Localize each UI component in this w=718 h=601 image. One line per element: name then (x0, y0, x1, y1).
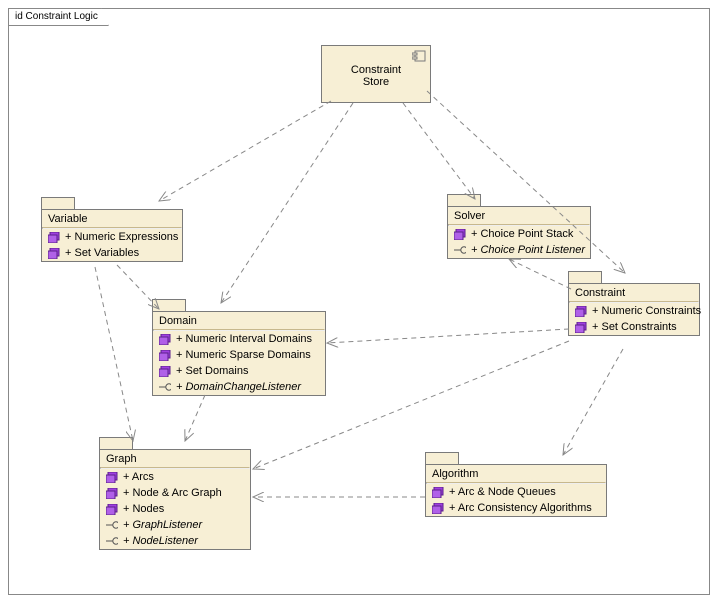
package-item-label: + Numeric Expressions (65, 231, 178, 243)
package-item-label: + DomainChangeListener (176, 381, 301, 393)
interface-icon (106, 520, 118, 530)
module-icon (106, 488, 118, 498)
package-item: + Nodes (100, 501, 250, 517)
package-item: + Set Domains (153, 363, 325, 379)
package-item-label: + Arc & Node Queues (449, 486, 556, 498)
package-item: + Set Variables (42, 245, 182, 261)
package-item: + Arcs (100, 469, 250, 485)
package-item-label: + Nodes (123, 503, 164, 515)
package-item: + NodeListener (100, 533, 250, 549)
package-item-label: + Numeric Interval Domains (176, 333, 312, 345)
package-item-label: + NodeListener (123, 535, 198, 547)
package-title: Variable (42, 210, 182, 227)
package-item: + Choice Point Stack (448, 226, 590, 242)
package-item-label: + Set Domains (176, 365, 248, 377)
package-item-label: + Numeric Constraints (592, 305, 701, 317)
interface-icon (106, 536, 118, 546)
package-item-label: + Choice Point Listener (471, 244, 585, 256)
module-icon (432, 503, 444, 513)
module-icon (159, 334, 171, 344)
module-icon (454, 229, 466, 239)
interface-icon (454, 245, 466, 255)
package-body: Solver + Choice Point Stack + Choice Poin… (447, 206, 591, 259)
package-item: + Arc Consistency Algorithms (426, 500, 606, 516)
package-item-label: + Node & Arc Graph (123, 487, 222, 499)
package-item: + Choice Point Listener (448, 242, 590, 258)
package-item: + Numeric Expressions (42, 229, 182, 245)
package-body: Domain + Numeric Interval Domains + Numer… (152, 311, 326, 396)
package-item: + Numeric Sparse Domains (153, 347, 325, 363)
package-item: + Numeric Constraints (569, 303, 699, 319)
interface-icon (159, 382, 171, 392)
diagram-frame: id Constraint Logic Constraint Store Var… (8, 8, 710, 595)
module-icon (575, 306, 587, 316)
package-title: Constraint (569, 284, 699, 301)
component-icon (412, 50, 426, 65)
frame-title: id Constraint Logic (15, 11, 98, 22)
package-item: + DomainChangeListener (153, 379, 325, 395)
package-body: Graph + Arcs + Node & Arc Graph + Nodes + G… (99, 449, 251, 550)
module-icon (106, 504, 118, 514)
package-item-label: + Arcs (123, 471, 154, 483)
package-item: + Set Constraints (569, 319, 699, 335)
component-constraint-store[interactable]: Constraint Store (321, 45, 431, 103)
package-item-label: + Set Constraints (592, 321, 677, 333)
package-item-label: + GraphListener (123, 519, 202, 531)
package-item: + GraphListener (100, 517, 250, 533)
package-item-label: + Choice Point Stack (471, 228, 573, 240)
package-body: Algorithm + Arc & Node Queues + Arc Consi… (425, 464, 607, 517)
module-icon (432, 487, 444, 497)
package-title: Graph (100, 450, 250, 467)
module-icon (159, 350, 171, 360)
diagram-canvas: id Constraint Logic Constraint Store Var… (0, 0, 718, 601)
module-icon (106, 472, 118, 482)
module-icon (48, 248, 60, 258)
package-item-label: + Set Variables (65, 247, 139, 259)
package-item-label: + Numeric Sparse Domains (176, 349, 311, 361)
module-icon (575, 322, 587, 332)
package-body: Variable + Numeric Expressions + Set Vari… (41, 209, 183, 262)
package-body: Constraint + Numeric Constraints + Set Co… (568, 283, 700, 336)
package-title: Algorithm (426, 465, 606, 482)
package-item-label: + Arc Consistency Algorithms (449, 502, 592, 514)
package-item: + Arc & Node Queues (426, 484, 606, 500)
package-title: Domain (153, 312, 325, 329)
package-item: + Node & Arc Graph (100, 485, 250, 501)
module-icon (159, 366, 171, 376)
frame-title-tab: id Constraint Logic (8, 8, 109, 26)
module-icon (48, 232, 60, 242)
package-title: Solver (448, 207, 590, 224)
package-item: + Numeric Interval Domains (153, 331, 325, 347)
